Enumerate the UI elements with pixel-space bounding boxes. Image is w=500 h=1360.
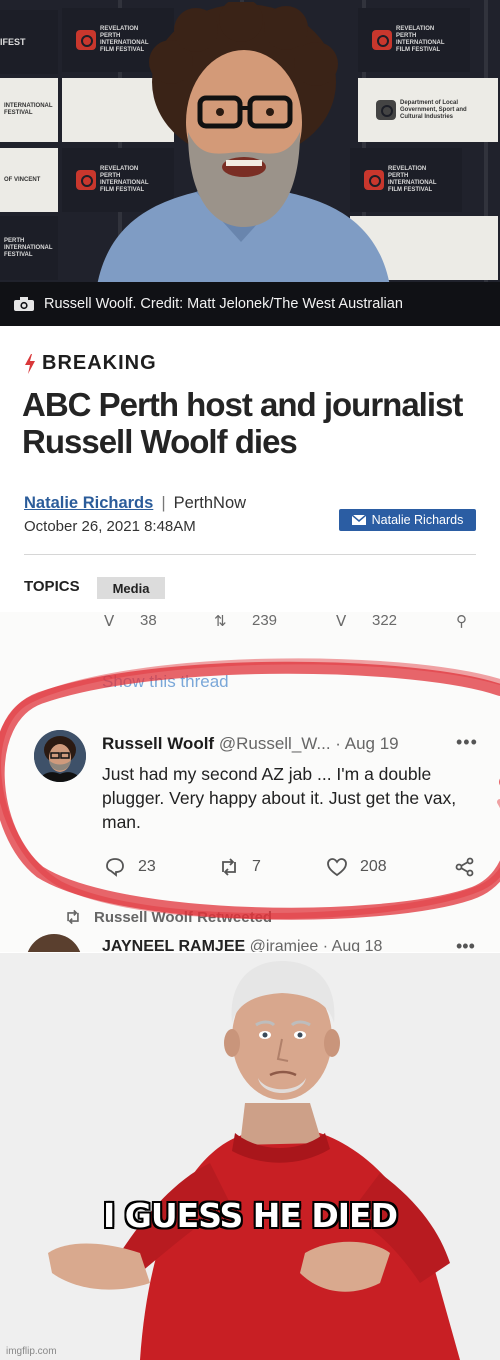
outlet-name: PerthNow [173, 494, 247, 512]
reply-button[interactable]: 23 [104, 856, 156, 878]
tweet-actions: 23 7 208 [0, 856, 500, 882]
photo-caption-text: Russell Woolf. Credit: Matt Jelonek/The … [44, 296, 403, 312]
publish-date: October 26, 2021 8:48AM [24, 518, 196, 535]
shrugging-old-man-illustration [0, 953, 500, 1360]
news-photo: IFEST REVELATION PERTH INTERNATIONAL FIL… [0, 0, 500, 326]
share-icon [455, 857, 474, 877]
avatar-face-icon [34, 730, 86, 782]
share-icon: ⚲ [456, 613, 467, 630]
reply-icon: ᐯ [104, 613, 115, 630]
more-options-icon[interactable]: ••• [456, 936, 475, 952]
retweet-small-icon [67, 909, 79, 925]
email-button-label: Natalie Richards [371, 513, 464, 527]
tweet-time: · Aug 19 [335, 734, 399, 753]
show-thread-link[interactable]: Show this thread [102, 672, 229, 692]
backdrop-tile: PERTH INTERNATIONAL FESTIVAL [0, 216, 58, 280]
avatar[interactable] [34, 730, 86, 782]
imgflip-watermark: imgflip.com [6, 1346, 57, 1357]
like-icon: ᐯ [336, 613, 347, 630]
retweet-count: 7 [252, 858, 261, 875]
email-author-button[interactable]: Natalie Richards [339, 509, 476, 531]
author-link[interactable]: Natalie Richards [24, 494, 153, 512]
reply-icon [106, 858, 124, 877]
tweet-screenshot: ᐯ 38 ⇅ 239 ᐯ 322 ⚲ Show this thread Russ… [0, 612, 500, 952]
retweeted-indicator: Russell Woolf Retweeted [64, 908, 272, 926]
backdrop-tile: IFEST [0, 10, 58, 74]
retweet-icon: ⇅ [214, 613, 227, 630]
prev-reply-count: 38 [140, 612, 157, 629]
breaking-text: BREAKING [42, 352, 157, 374]
camera-icon [14, 297, 34, 311]
tweet-text: Just had my second AZ jab ... I'm a doub… [102, 764, 457, 832]
meme-caption: I GUESS HE DIED [103, 1196, 398, 1235]
man-portrait [96, 2, 391, 292]
topics-label: TOPICS [24, 578, 80, 595]
breaking-label: BREAKING [24, 352, 157, 375]
prev-retweet-count: 239 [252, 612, 278, 629]
next-tweet-author[interactable]: JAYNEEL RAMJEE @iramjee · Aug 18 [102, 938, 382, 952]
next-tweet-avatar[interactable] [26, 934, 82, 952]
like-button[interactable]: 208 [326, 856, 387, 878]
topic-tag-media[interactable]: Media [97, 577, 165, 599]
lightning-bolt-icon [25, 353, 35, 374]
article-headline: ABC Perth host and journalist Russell Wo… [22, 386, 463, 460]
share-button[interactable] [454, 856, 476, 878]
photo-caption: Russell Woolf. Credit: Matt Jelonek/The … [0, 282, 500, 326]
divider [24, 554, 476, 555]
prev-like-count: 322 [372, 612, 398, 629]
byline: Natalie Richards | PerthNow [24, 494, 246, 513]
backdrop-tile: OF VINCENT [0, 148, 58, 212]
envelope-icon [351, 515, 366, 525]
retweet-button[interactable]: 7 [218, 856, 261, 878]
tweet-handle: @Russell_W... [218, 734, 331, 753]
previous-tweet-actions: ᐯ 38 ⇅ 239 ᐯ 322 ⚲ [0, 612, 500, 634]
next-display-name: JAYNEEL RAMJEE [102, 938, 246, 952]
heart-icon [327, 858, 347, 877]
next-time: · Aug 18 [322, 938, 383, 952]
backdrop-tile: INTERNATIONAL FESTIVAL [0, 78, 58, 142]
byline-separator: | [161, 494, 166, 512]
reply-count: 23 [138, 858, 156, 875]
meme-image: I GUESS HE DIED imgflip.com [0, 953, 500, 1360]
tweet-display-name: Russell Woolf [102, 734, 215, 753]
like-count: 208 [360, 858, 387, 875]
more-options-icon[interactable]: ••• [456, 732, 478, 753]
retweeted-text: Russell Woolf Retweeted [94, 908, 273, 926]
tweet-author[interactable]: Russell Woolf @Russell_W... · Aug 19 [102, 734, 399, 754]
next-handle: @iramjee [249, 938, 319, 952]
retweet-icon [222, 858, 236, 876]
